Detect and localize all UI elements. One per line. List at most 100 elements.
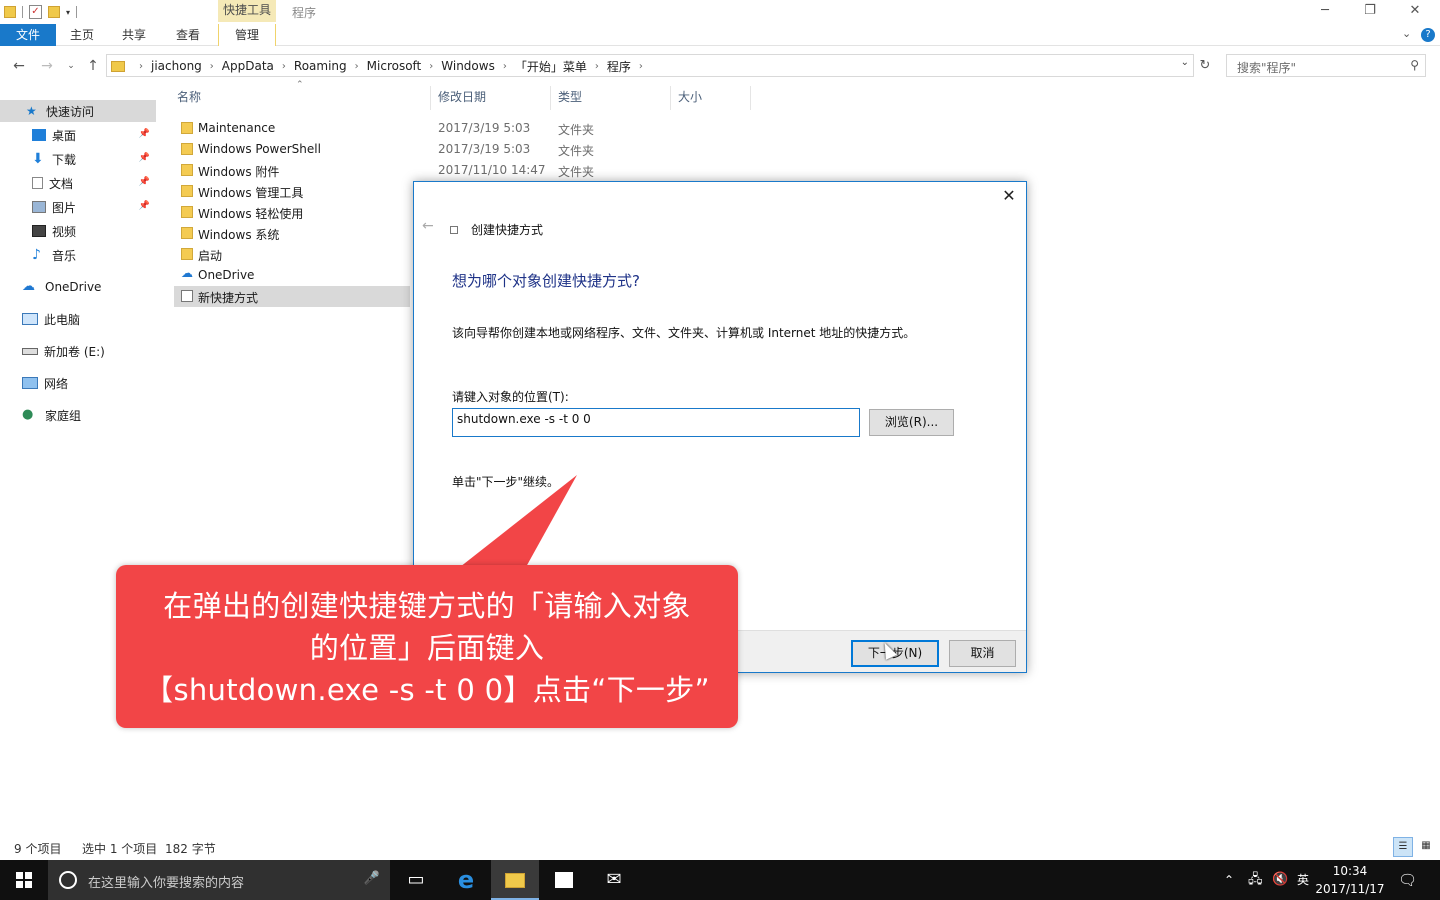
address-dropdown-icon[interactable]: ⌄ [1181,57,1189,68]
breadcrumb-item[interactable]: 程序 [607,58,631,75]
table-row[interactable]: 新快捷方式 [174,286,410,307]
new-folder-icon[interactable] [48,6,60,18]
table-row[interactable]: Windows 管理工具 [174,181,410,202]
column-divider[interactable] [670,86,671,110]
store-icon[interactable] [540,860,588,900]
chevron-right-icon[interactable]: › [139,61,143,72]
microphone-icon[interactable]: 🎤 [364,871,380,886]
edge-icon[interactable]: e [442,860,490,900]
nav-item-quick-access[interactable]: ★ 快速访问 [0,100,156,122]
pin-icon[interactable]: 📌 [139,177,150,187]
column-divider[interactable] [430,86,431,110]
expand-ribbon-icon[interactable]: ⌄ [1402,27,1411,40]
nav-item-homegroup[interactable]: ● 家庭组 [0,404,156,426]
nav-label: 快速访问 [46,104,95,119]
chevron-right-icon[interactable]: › [210,61,214,72]
clock[interactable]: 10:34 2017/11/17 [1308,862,1392,898]
forward-arrow-icon[interactable]: → [38,56,56,76]
windows-logo-icon [16,872,32,888]
table-row[interactable]: 启动 [174,244,410,265]
back-arrow-icon[interactable]: ← [10,56,28,76]
search-input[interactable]: 搜索"程序" [1237,59,1296,76]
table-row[interactable]: Windows 系统 [174,223,410,244]
close-window-button[interactable]: ✕ [1400,2,1430,22]
start-button[interactable] [0,860,48,900]
nav-item-music[interactable]: ♪ 音乐 [0,244,156,266]
table-row[interactable]: Windows 轻松使用 [174,202,410,223]
chevron-right-icon[interactable]: › [595,61,599,72]
file-name: Windows 轻松使用 [198,207,304,221]
search-box[interactable]: 搜索"程序" ⚲ [1226,54,1426,77]
table-row[interactable]: Windows 附件 [174,160,410,181]
restore-button[interactable]: ❐ [1355,2,1385,22]
large-icons-view-icon[interactable]: ▦ [1416,837,1436,857]
mail-icon[interactable]: ✉ [590,860,638,900]
chevron-right-icon[interactable]: › [639,61,643,72]
pin-icon[interactable]: 📌 [139,129,150,139]
up-arrow-icon[interactable]: ↑ [84,56,102,76]
folder-icon[interactable] [4,6,16,18]
table-row[interactable]: Maintenance [174,118,410,139]
instruction-callout: 在弹出的创建快捷键方式的「请输入对象 的位置」后面键入 【shutdown.ex… [116,565,738,728]
taskbar-search[interactable]: 在这里输入你要搜索的内容 🎤 [48,860,390,900]
chevron-right-icon[interactable]: › [503,61,507,72]
column-header-size[interactable]: 大小 [678,88,702,108]
show-hidden-icons-icon[interactable]: ⌃ [1224,860,1234,900]
pin-icon[interactable]: 📌 [139,201,150,211]
tab-manage[interactable]: 管理 [218,24,276,46]
volume-muted-icon[interactable]: 🔇 [1272,860,1288,900]
table-row[interactable]: ☁ OneDrive [174,265,410,286]
column-header-name[interactable]: 名称 [177,88,201,108]
column-header-type[interactable]: 类型 [558,88,582,108]
notification-center-icon[interactable]: 🗨 [1398,860,1417,900]
location-input[interactable]: shutdown.exe -s -t 0 0 [452,408,860,437]
browse-button[interactable]: 浏览(R)... [869,409,954,436]
back-arrow-icon[interactable]: ← [422,218,434,234]
tab-home[interactable]: 主页 [58,24,106,46]
tab-file[interactable]: 文件 [0,24,56,46]
minimize-button[interactable]: ─ [1310,2,1340,22]
chevron-right-icon[interactable]: › [429,61,433,72]
cancel-button[interactable]: 取消 [949,640,1016,667]
homegroup-icon: ● [22,407,34,422]
breadcrumb-item[interactable]: Microsoft [367,59,422,73]
pin-icon[interactable]: 📌 [139,153,150,163]
nav-item-drive-e[interactable]: 新加卷 (E:) [0,340,156,362]
nav-item-documents[interactable]: 文档 📌 [0,172,156,194]
properties-icon[interactable]: ✓ [29,5,42,19]
table-row[interactable]: Windows PowerShell [174,139,410,160]
cortana-icon[interactable] [59,871,77,889]
column-header-date[interactable]: 修改日期 [438,88,486,108]
chevron-right-icon[interactable]: › [282,61,286,72]
tab-view[interactable]: 查看 [164,24,212,46]
chevron-right-icon[interactable]: › [355,61,359,72]
network-status-icon[interactable]: 🖧 [1248,860,1263,900]
details-view-icon[interactable]: ☰ [1393,837,1413,857]
refresh-icon[interactable]: ↻ [1196,56,1214,76]
tab-share[interactable]: 共享 [110,24,158,46]
address-bar[interactable]: › jiachong › AppData › Roaming › Microso… [106,54,1194,77]
nav-item-downloads[interactable]: ⬇ 下载 📌 [0,148,156,170]
recent-locations-icon[interactable]: ⌄ [62,56,80,76]
breadcrumb-item[interactable]: Roaming [294,59,347,73]
column-divider[interactable] [550,86,551,110]
nav-item-pictures[interactable]: 图片 📌 [0,196,156,218]
breadcrumb-item[interactable]: AppData [222,59,274,73]
breadcrumb-item[interactable]: jiachong [151,59,202,73]
task-view-icon[interactable]: ▭ [392,860,440,900]
file-explorer-icon[interactable] [491,860,539,900]
nav-item-network[interactable]: 网络 [0,372,156,394]
nav-item-this-pc[interactable]: 此电脑 [0,308,156,330]
drive-icon [22,347,38,355]
customize-dropdown-icon[interactable]: ▾ [66,8,70,17]
nav-item-desktop[interactable]: 桌面 📌 [0,124,156,146]
nav-item-videos[interactable]: 视频 [0,220,156,242]
address-row: ← → ⌄ ↑ › jiachong › AppData › Roaming ›… [0,54,1440,78]
breadcrumb-item[interactable]: 「开始」菜单 [515,58,587,75]
close-dialog-button[interactable]: ✕ [1000,186,1018,206]
taskbar-search-input[interactable]: 在这里输入你要搜索的内容 [88,872,244,891]
nav-item-onedrive[interactable]: ☁ OneDrive [0,276,156,298]
breadcrumb-item[interactable]: Windows [441,59,495,73]
help-icon[interactable]: ? [1421,28,1435,42]
column-divider[interactable] [750,86,751,110]
